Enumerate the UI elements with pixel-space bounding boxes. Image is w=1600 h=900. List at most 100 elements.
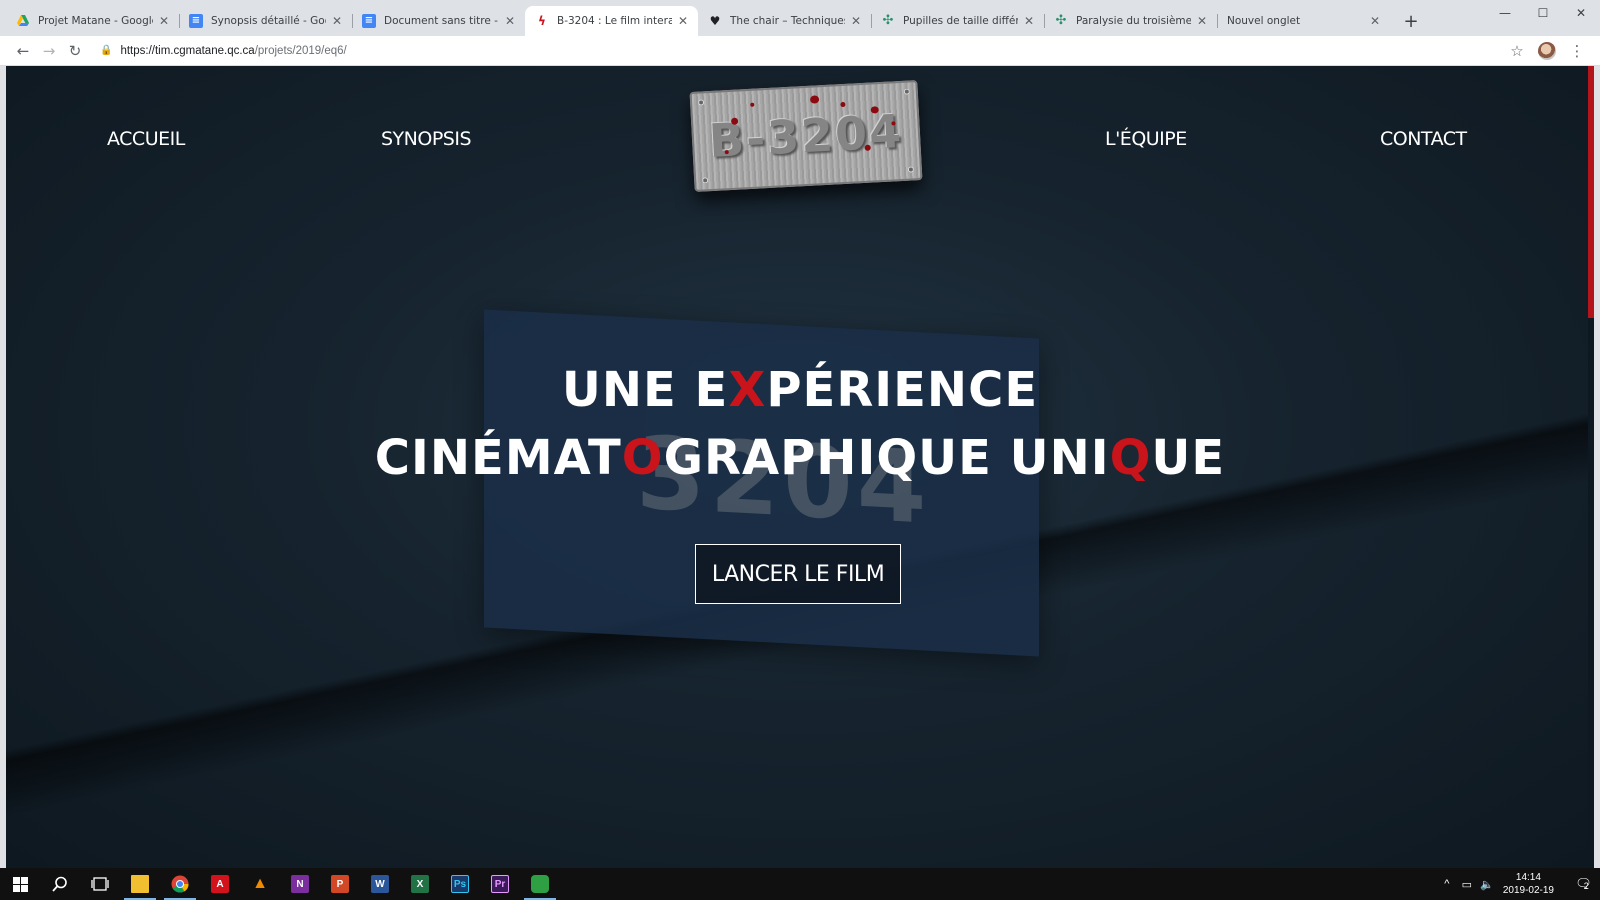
word-icon: W [371,875,389,893]
windows-taskbar: A ▲ N P W X Ps Pr ^ ▭ 🔈 14:14 2019-02-19… [0,868,1600,900]
start-button[interactable] [0,868,40,900]
tab-the-chair[interactable]: ♥ The chair – Techniques d'in ✕ [698,6,871,36]
hero-text: CINÉMAT [374,430,622,486]
taskbar-excel[interactable]: X [400,868,440,900]
hero-accent-letter: O [621,430,664,486]
close-tab-icon[interactable]: ✕ [1368,14,1382,28]
taskbar-chrome[interactable] [160,868,200,900]
green-app-icon [531,875,549,893]
browser-tab-strip: Projet Matane - Google Dr ✕ ≡ Synopsis d… [0,0,1600,36]
blood-splatter [809,95,820,104]
taskbar-onenote[interactable]: N [280,868,320,900]
excel-icon: X [411,875,429,893]
browser-toolbar: ← → ↻ 🔒 https://tim.cgmatane.qc.ca/proje… [0,36,1600,66]
tab-projet-matane[interactable]: Projet Matane - Google Dr ✕ [6,6,179,36]
tab-synopsis[interactable]: ≡ Synopsis détaillé - Google ✕ [179,6,352,36]
taskbar-premiere[interactable]: Pr [480,868,520,900]
close-tab-icon[interactable]: ✕ [849,14,863,28]
hero-accent-letter: Q [1109,430,1152,486]
launch-film-button[interactable]: LANCER LE FILM [695,544,901,604]
bookmark-star-icon[interactable]: ☆ [1504,38,1530,64]
scrollbar-thumb[interactable] [1588,66,1594,318]
action-center-button[interactable]: 🗨 2 [1564,868,1600,900]
chrome-icon [171,875,189,893]
rivet [697,99,705,106]
close-tab-icon[interactable]: ✕ [1022,14,1036,28]
rivet [903,88,910,95]
search-icon[interactable] [40,868,80,900]
new-tab-button[interactable]: + [1396,6,1426,36]
back-arrow-icon[interactable]: ← [10,38,36,64]
tab-title: Document sans titre - Goo [384,15,499,27]
menu-kebab-icon[interactable]: ⋮ [1564,38,1590,64]
hero-text: GRAPHIQUE UNI [663,430,1110,486]
nav-equipe[interactable]: L'ÉQUIPE [1105,128,1187,150]
tab-pupilles[interactable]: ✣ Pupilles de taille différente ✕ [871,6,1044,36]
forward-arrow-icon[interactable]: → [36,38,62,64]
hero-text: PÉRIENCE [766,362,1039,418]
google-docs-icon: ≡ [362,14,376,28]
window-controls: — ☐ ✕ [1486,0,1600,26]
logo-text: B-3204 [707,103,905,169]
heart-icon: ♥ [709,14,721,28]
task-view-icon[interactable] [80,868,120,900]
rivet [907,166,915,173]
vlc-cone-icon: ▲ [252,875,268,892]
blood-splatter [750,102,755,107]
profile-avatar[interactable] [1538,41,1556,60]
lock-icon[interactable]: 🔒 [100,45,112,56]
url-path: /projets/2019/eq6/ [254,44,347,57]
taskbar-file-explorer[interactable] [120,868,160,900]
site-logo[interactable]: B-3204 [689,80,923,192]
notification-count: 2 [1583,881,1589,891]
taskbar-vlc[interactable]: ▲ [240,868,280,900]
hero-headline-line-2: CINÉMATOGRAPHIQUE UNIQUE [6,430,1594,486]
tab-title: Synopsis détaillé - Google [211,15,326,27]
folder-icon [131,875,149,893]
nav-accueil[interactable]: ACCUEIL [107,128,185,150]
close-tab-icon[interactable]: ✕ [157,14,171,28]
minimize-icon[interactable]: — [1486,0,1524,26]
taskbar-word[interactable]: W [360,868,400,900]
volume-icon[interactable]: 🔈 [1477,878,1497,891]
taskbar-acrobat[interactable]: A [200,868,240,900]
taskbar-clock[interactable]: 14:14 2019-02-19 [1503,871,1554,897]
nav-synopsis[interactable]: SYNOPSIS [381,128,472,150]
hero-accent-letter: X [728,362,767,418]
tab-document-sans-titre[interactable]: ≡ Document sans titre - Goo ✕ [352,6,525,36]
close-tab-icon[interactable]: ✕ [676,14,690,28]
acrobat-icon: A [211,875,229,893]
page-scrollbar[interactable] [1588,66,1594,868]
address-bar[interactable]: 🔒 https://tim.cgmatane.qc.ca/projets/201… [88,39,1504,63]
tab-b3204[interactable]: ϟ B-3204 : Le film interactif ✕ [525,6,698,36]
taskbar-green-app[interactable] [520,868,560,900]
powerpoint-icon: P [331,875,349,893]
close-tab-icon[interactable]: ✕ [1195,14,1209,28]
close-tab-icon[interactable]: ✕ [330,14,344,28]
tab-title: Nouvel onglet [1227,15,1301,27]
close-tab-icon[interactable]: ✕ [503,14,517,28]
page-viewport: 3204 ACCUEIL SYNOPSIS B-3204 L'ÉQUIPE CO… [6,66,1594,868]
tab-paralysie[interactable]: ✣ Paralysie du troisième nerf ✕ [1044,6,1217,36]
medical-site-icon: ✣ [882,13,894,28]
tab-nouvel-onglet[interactable]: Nouvel onglet ✕ [1217,6,1390,36]
chevron-up-icon[interactable]: ^ [1437,878,1457,890]
hero-headline-line-1: UNE EXPÉRIENCE [6,362,1594,418]
hero-text: UNE E [561,362,729,418]
taskbar-photoshop[interactable]: Ps [440,868,480,900]
network-icon[interactable]: ▭ [1457,878,1477,891]
rivet [702,177,709,184]
taskbar-powerpoint[interactable]: P [320,868,360,900]
maximize-icon[interactable]: ☐ [1524,0,1562,26]
clock-date: 2019-02-19 [1502,885,1554,896]
close-window-icon[interactable]: ✕ [1562,0,1600,26]
reload-icon[interactable]: ↻ [62,38,88,64]
windows-logo-icon [12,876,28,892]
tab-title: Projet Matane - Google Dr [38,15,153,27]
hero-text: UE [1151,430,1226,486]
clock-time: 14:14 [1515,872,1541,883]
premiere-icon: Pr [491,875,509,893]
tab-title: Pupilles de taille différente [903,15,1018,27]
nav-contact[interactable]: CONTACT [1380,128,1467,150]
tab-title: Paralysie du troisième nerf [1076,15,1191,27]
